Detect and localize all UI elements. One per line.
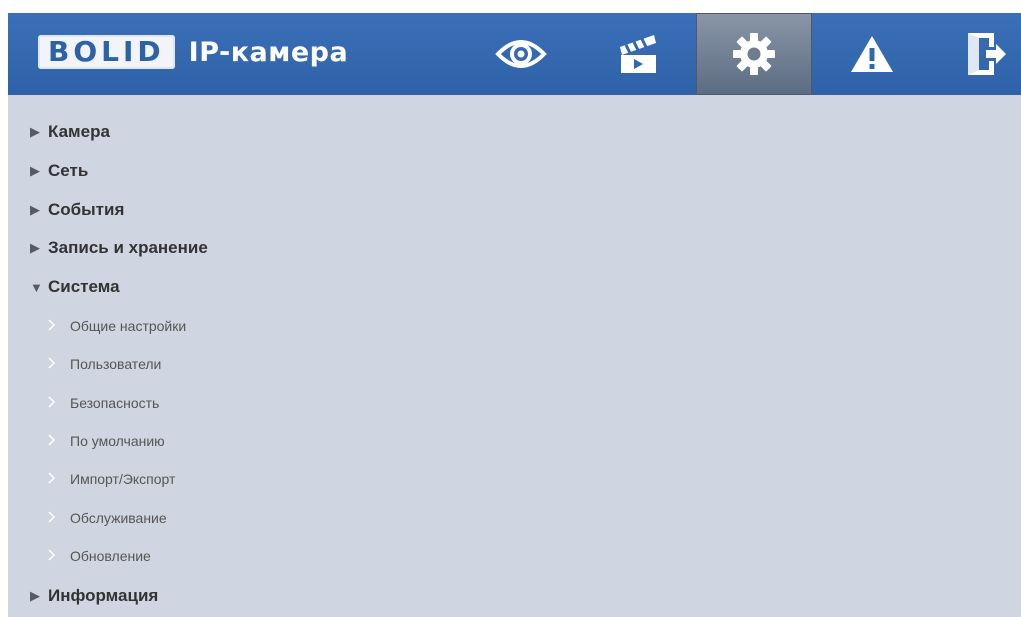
chevron-right-icon bbox=[48, 395, 70, 411]
expand-arrow-icon: ▶ bbox=[30, 124, 40, 139]
eye-icon bbox=[495, 40, 547, 68]
menu-category-information[interactable]: ▶ Информация bbox=[30, 584, 158, 608]
app-title: IP-камера bbox=[188, 36, 349, 68]
menu-category-camera[interactable]: ▶ Камера bbox=[30, 120, 110, 144]
chevron-right-icon bbox=[48, 356, 70, 372]
menu-item-label: Импорт/Экспорт bbox=[70, 471, 176, 487]
menu-item-label: Обновление bbox=[70, 548, 151, 564]
menu-item-label: Безопасность bbox=[70, 395, 160, 411]
logout-icon bbox=[968, 33, 1006, 75]
menu-category-recording-storage[interactable]: ▶ Запись и хранение bbox=[30, 236, 208, 260]
nav-settings-button[interactable] bbox=[696, 13, 812, 95]
nav-alarm-button[interactable] bbox=[814, 13, 930, 95]
expand-arrow-icon: ▶ bbox=[30, 163, 40, 178]
menu-item-label: Обслуживание bbox=[70, 510, 167, 526]
menu-item-defaults[interactable]: По умолчанию bbox=[48, 430, 165, 452]
menu-category-label: Система bbox=[48, 277, 120, 296]
menu-item-update[interactable]: Обновление bbox=[48, 545, 151, 567]
collapse-arrow-icon: ▼ bbox=[30, 279, 43, 295]
chevron-right-icon bbox=[48, 318, 70, 334]
menu-category-system[interactable]: ▼ Система bbox=[30, 275, 120, 299]
chevron-right-icon bbox=[48, 433, 70, 449]
nav-live-view-button[interactable] bbox=[463, 13, 579, 95]
nav-playback-button[interactable] bbox=[580, 13, 696, 95]
expand-arrow-icon: ▶ bbox=[30, 202, 40, 217]
menu-category-label: Запись и хранение bbox=[48, 238, 208, 257]
menu-item-users[interactable]: Пользователи bbox=[48, 353, 161, 375]
menu-item-maintenance[interactable]: Обслуживание bbox=[48, 507, 167, 529]
menu-category-label: Сеть bbox=[48, 161, 89, 180]
top-bar: BOLID IP-камера bbox=[8, 13, 1021, 95]
menu-item-label: Общие настройки bbox=[70, 318, 187, 334]
menu-item-import-export[interactable]: Импорт/Экспорт bbox=[48, 468, 175, 490]
menu-category-label: События bbox=[48, 200, 125, 219]
menu-item-security[interactable]: Безопасность bbox=[48, 392, 159, 414]
menu-category-label: Камера bbox=[48, 122, 110, 141]
chevron-right-icon bbox=[48, 510, 70, 526]
bolid-logo: BOLID bbox=[38, 35, 175, 69]
expand-arrow-icon: ▶ bbox=[30, 240, 40, 255]
menu-category-label: Информация bbox=[48, 586, 159, 605]
menu-category-events[interactable]: ▶ События bbox=[30, 198, 124, 222]
menu-item-label: По умолчанию bbox=[70, 433, 165, 449]
app-window: BOLID IP-камера ▶ Камера ▶ Сеть ▶ Событи… bbox=[8, 13, 1021, 617]
nav-logout-button[interactable] bbox=[948, 13, 1021, 95]
clapperboard-icon bbox=[620, 35, 656, 73]
menu-item-general-settings[interactable]: Общие настройки bbox=[48, 315, 186, 337]
expand-arrow-icon: ▶ bbox=[30, 588, 40, 603]
gear-icon bbox=[733, 33, 775, 75]
warning-icon bbox=[851, 36, 893, 72]
menu-category-network[interactable]: ▶ Сеть bbox=[30, 159, 88, 183]
brand: BOLID IP-камера bbox=[38, 32, 348, 72]
chevron-right-icon bbox=[48, 471, 70, 487]
menu-item-label: Пользователи bbox=[70, 356, 162, 372]
chevron-right-icon bbox=[48, 548, 70, 564]
